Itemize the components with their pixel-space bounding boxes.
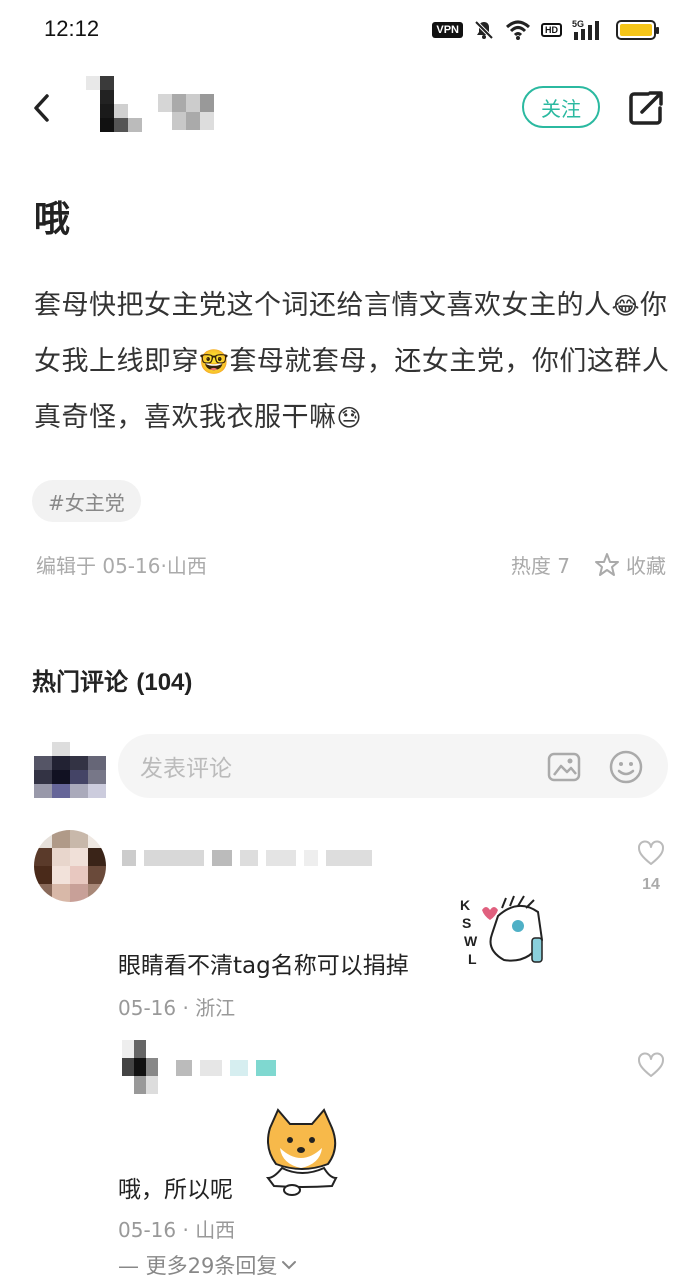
heat-label: 热度 7 — [510, 554, 570, 578]
svg-text:5G: 5G — [572, 19, 584, 29]
status-bar: 12:12 VPN HD 5G — [0, 0, 700, 62]
collect-label: 收藏 — [626, 554, 666, 578]
chevron-down-icon — [282, 1261, 297, 1270]
reply-avatar[interactable] — [122, 1040, 158, 1094]
reply-like-button[interactable] — [636, 1052, 666, 1082]
author-name[interactable] — [158, 94, 214, 130]
star-icon — [595, 552, 619, 576]
post-header: 关注 — [0, 70, 700, 150]
commenter-avatar[interactable] — [34, 830, 106, 902]
image-icon[interactable] — [546, 749, 582, 785]
svg-text:K: K — [460, 897, 470, 913]
hd-badge: HD — [541, 23, 562, 37]
my-avatar — [34, 742, 106, 798]
author-avatar[interactable] — [86, 76, 142, 132]
comment-input-placeholder: 发表评论 — [140, 756, 232, 782]
signal-icon: 5G — [572, 19, 599, 40]
comments-count: (104) — [136, 669, 193, 696]
svg-text:L: L — [468, 951, 477, 967]
heart-icon — [638, 1052, 664, 1077]
follow-button[interactable]: 关注 — [522, 86, 600, 128]
mute-bell-icon — [474, 20, 494, 40]
share-icon[interactable] — [626, 88, 666, 128]
like-button[interactable]: 14 — [636, 840, 666, 894]
comment-input[interactable]: 发表评论 — [118, 734, 668, 798]
post-edit-meta: 编辑于 05-16·山西 — [36, 554, 207, 578]
heart-icon — [638, 840, 664, 865]
status-time: 12:12 — [44, 16, 100, 41]
reply-name[interactable] — [176, 1060, 276, 1076]
nerd-emoji: 🤓 — [199, 348, 230, 376]
sweat-emoji: 😓 — [336, 404, 363, 432]
wifi-icon — [505, 20, 531, 40]
comment-meta: 05-16 · 浙江 — [118, 996, 236, 1020]
shiba-sticker — [266, 1108, 338, 1196]
collect-button[interactable]: 收藏 — [594, 550, 666, 579]
emoji-icon[interactable] — [608, 749, 644, 785]
battery-icon — [616, 20, 659, 40]
reply-text: 哦，所以呢 — [118, 1177, 233, 1203]
vpn-badge: VPN — [432, 22, 463, 38]
svg-text:S: S — [462, 915, 471, 931]
post-body: 套母快把女主党这个词还给言情文喜欢女主的人😂你女我上线即穿🤓套母就套母，还女主党… — [34, 278, 674, 446]
reply-meta: 05-16 · 山西 — [118, 1218, 236, 1242]
status-icons: VPN HD 5G — [432, 18, 659, 42]
svg-text:W: W — [464, 933, 478, 949]
post-title: 哦 — [34, 199, 71, 240]
more-replies-button[interactable]: — 更多29条回复 — [118, 1250, 297, 1279]
comment-text: 眼睛看不清tag名称可以捐掉 — [118, 953, 409, 979]
comments-heading: 热门评论 (104) — [32, 662, 192, 697]
post-stats: 热度 7 收藏 — [511, 550, 666, 579]
back-button[interactable] — [26, 90, 56, 126]
more-replies-label: — 更多29条回复 — [118, 1254, 278, 1278]
post-tag[interactable]: #女主党 — [32, 480, 141, 522]
chevron-left-icon — [34, 94, 49, 122]
comments-title: 热门评论 — [32, 668, 128, 696]
commenter-name[interactable] — [122, 850, 372, 866]
like-count: 14 — [642, 876, 660, 893]
laughing-emoji: 😂 — [611, 292, 641, 320]
kswl-sticker: K S W L — [460, 895, 544, 967]
post-body-text: 套母快把女主党这个词还给言情文喜欢女主的人 — [34, 290, 612, 321]
